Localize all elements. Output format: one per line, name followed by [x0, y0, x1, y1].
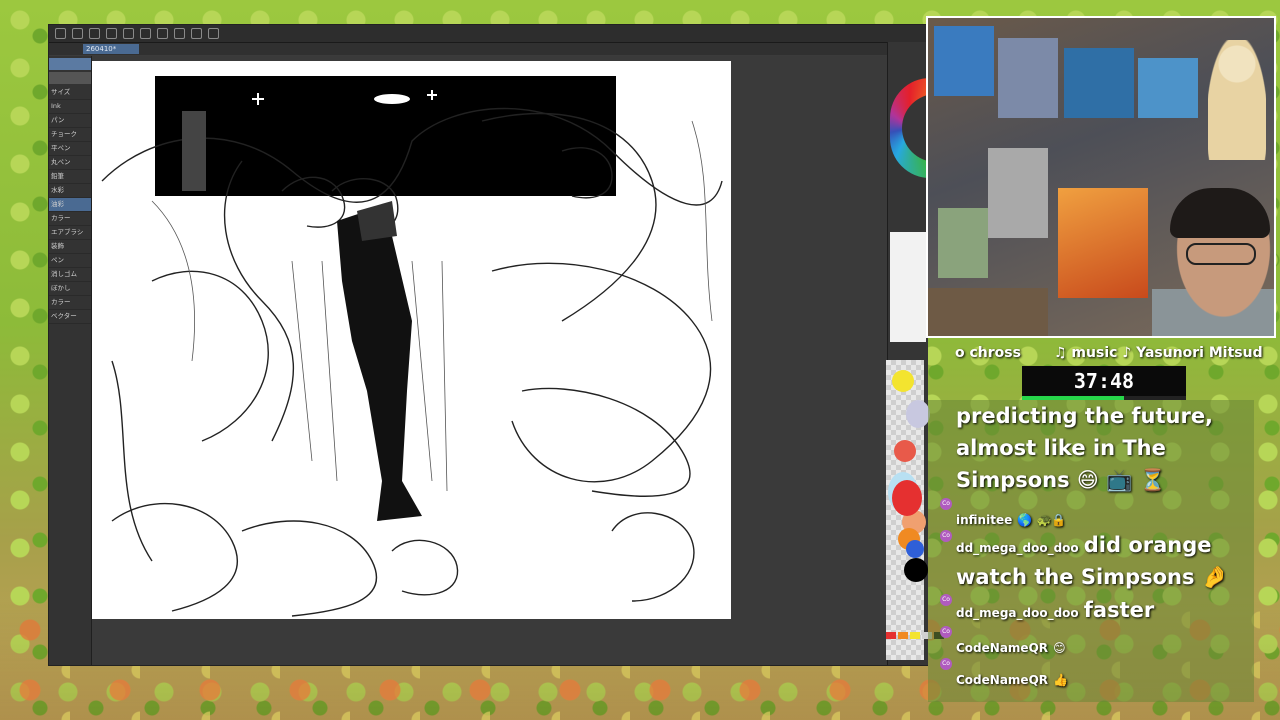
document-tab[interactable]: 260410*	[83, 44, 139, 54]
wall-poster-4	[1138, 58, 1198, 118]
brush-item[interactable]: Ink	[49, 100, 91, 114]
palette-color-3[interactable]	[894, 440, 916, 462]
open-file-icon[interactable]	[89, 28, 100, 39]
chat-message: dd_mega_doo_doo did orange	[956, 533, 1212, 557]
user-badge: Co	[940, 530, 952, 542]
brush-item[interactable]: チョーク	[49, 128, 91, 142]
chat-emotes: 🌎 🐢🔒	[1017, 513, 1067, 527]
brush-item[interactable]: 水彩	[49, 184, 91, 198]
brush-item[interactable]: ベクター	[49, 310, 91, 324]
chat-username: CodeNameQR	[956, 673, 1049, 687]
chat-username: infinitee	[956, 513, 1013, 527]
wall-poster-3	[1064, 48, 1134, 118]
chat-text: watch the Simpsons 🤌	[956, 565, 1228, 589]
stream-label-name: o chross	[955, 345, 1021, 361]
wall-poster-1	[934, 26, 994, 96]
streamer-glasses	[1186, 243, 1256, 265]
document-tab-bar: 260410*	[49, 43, 927, 55]
teddy-bear	[1208, 40, 1266, 160]
brush-item[interactable]: 平ペン	[49, 142, 91, 156]
palette-color-2[interactable]	[906, 400, 930, 428]
brush-item[interactable]: ペン	[49, 254, 91, 268]
chat-message: dd_mega_doo_doo faster	[956, 598, 1154, 622]
brush-item[interactable]: サイズ	[49, 86, 91, 100]
swatch-3[interactable]	[910, 632, 920, 639]
user-badge: Co	[940, 658, 952, 670]
chat-text: did orange	[1083, 533, 1212, 557]
undo-icon[interactable]	[123, 28, 134, 39]
chat-username: CodeNameQR	[956, 641, 1049, 655]
color-palette[interactable]	[886, 360, 930, 660]
palette-color-8[interactable]	[906, 540, 924, 558]
webcam-feed	[926, 16, 1276, 338]
chat-username: dd_mega_doo_doo	[956, 606, 1079, 620]
chat-message: CodeNameQR 😊	[956, 637, 1066, 656]
sketch-artwork	[101, 76, 723, 617]
shelf	[928, 288, 1048, 336]
pen-icon[interactable]	[191, 28, 202, 39]
brush-item[interactable]: 消しゴム	[49, 268, 91, 282]
brush-item[interactable]: 丸ペン	[49, 156, 91, 170]
now-playing-label: ♫ music ♪ Yasunori Mitsud	[1054, 345, 1263, 361]
navigator-thumbnail[interactable]	[890, 232, 926, 342]
wall-poster-6	[938, 208, 988, 278]
tool-preview	[49, 58, 91, 70]
palette-color-9[interactable]	[904, 558, 928, 582]
user-badge: Co	[940, 498, 952, 510]
brush-item[interactable]: エアブラシ	[49, 226, 91, 240]
brush-item[interactable]: 鉛筆	[49, 170, 91, 184]
chat-text: faster	[1083, 598, 1155, 622]
chat-message-cont: watch the Simpsons 🤌	[956, 565, 1228, 590]
redo-icon[interactable]	[140, 28, 151, 39]
app-toolbar	[49, 25, 927, 43]
save-icon[interactable]	[106, 28, 117, 39]
brush-item[interactable]: カラー	[49, 296, 91, 310]
canvas-area[interactable]	[92, 56, 887, 665]
brush-item[interactable]: カラー	[49, 212, 91, 226]
user-badge: Co	[940, 626, 952, 638]
brush-item[interactable]: 油彩	[49, 198, 91, 212]
chat-line-3: Simpsons 😄 📺 ⏳	[956, 468, 1166, 492]
brush-item[interactable]: 装飾	[49, 240, 91, 254]
chat-message: CodeNameQR 👍	[956, 669, 1068, 688]
transform-icon[interactable]	[174, 28, 185, 39]
chat-emote: 👍	[1053, 673, 1069, 687]
palette-color-6[interactable]	[892, 480, 922, 516]
streamer-hair	[1170, 188, 1270, 238]
tool-preview-2	[49, 72, 91, 84]
chat-emote: 😊	[1053, 641, 1066, 655]
brush-item[interactable]: パン	[49, 114, 91, 128]
brush-panel: サイズ Ink パン チョーク 平ペン 丸ペン 鉛筆 水彩 油彩 カラー エアブラシ 装飾 ペン 消しゴム…	[49, 56, 92, 665]
night-sky	[155, 76, 616, 196]
palette-color-1[interactable]	[892, 370, 914, 392]
clear-icon[interactable]	[157, 28, 168, 39]
new-file-icon[interactable]	[72, 28, 83, 39]
stream-timer: 37:48	[1022, 366, 1186, 396]
drawing-app-window: 260410* サイズ Ink パン チョーク 平ペン 丸ペン 鉛筆 水彩 油彩 カラー エアブラシ…	[48, 24, 942, 666]
wall-poster-5	[988, 148, 1048, 238]
chat-line-2: almost like in The	[956, 436, 1166, 460]
chat-username: dd_mega_doo_doo	[956, 541, 1079, 555]
swatch-1[interactable]	[886, 632, 896, 639]
chat-message: infinitee 🌎 🐢🔒	[956, 509, 1066, 528]
settings-icon[interactable]	[208, 28, 219, 39]
chat-line-1: predicting the future,	[956, 404, 1214, 428]
wall-poster-2	[998, 38, 1058, 118]
drawing-canvas[interactable]	[92, 61, 731, 619]
brush-item[interactable]: ぼかし	[49, 282, 91, 296]
user-badge: Co	[940, 594, 952, 606]
dragon-poster	[1058, 188, 1148, 298]
swatch-2[interactable]	[898, 632, 908, 639]
home-icon[interactable]	[55, 28, 66, 39]
color-wheel[interactable]	[890, 78, 942, 178]
